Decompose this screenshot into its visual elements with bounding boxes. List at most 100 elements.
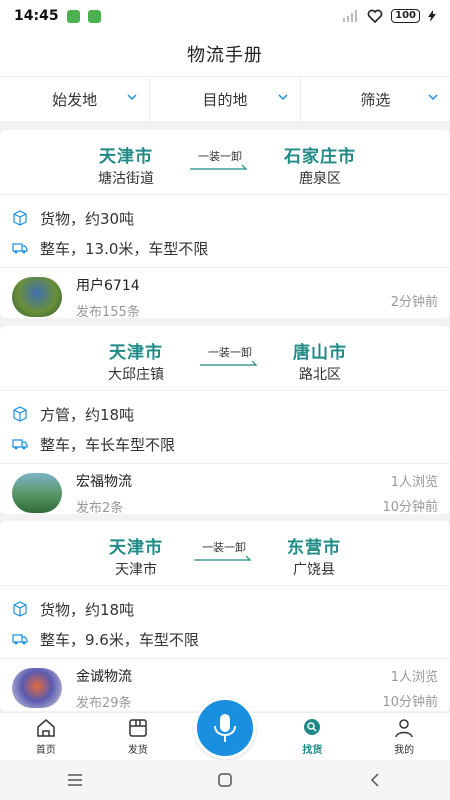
post-time: 2分钟前 — [390, 294, 438, 310]
cargo-row: 货物，约30吨 — [12, 203, 438, 233]
avatar — [12, 473, 62, 513]
destination-city: 唐山市 — [293, 343, 347, 363]
origin-area: 塘沽街道 — [98, 171, 154, 187]
truck-icon — [12, 439, 28, 450]
origin-city: 天津市 — [109, 343, 163, 363]
destination-area: 路北区 — [299, 367, 341, 383]
origin: 天津市 大邱庄镇 — [96, 338, 176, 384]
destination: 东营市 广饶县 — [274, 533, 354, 579]
publisher-row: 用户6714 发布155条 2分钟前 — [0, 268, 450, 326]
nav-back-button[interactable] — [345, 765, 405, 795]
microphone-icon — [214, 714, 236, 742]
view-count: 1人浏览 — [390, 475, 438, 490]
profile-icon — [395, 719, 413, 738]
heart-icon — [367, 9, 383, 23]
route-row: 天津市 塘沽街道 一装一卸 石家庄市 鹿泉区 — [0, 130, 450, 194]
package-icon — [13, 210, 27, 226]
arrow-right-icon — [190, 164, 248, 170]
chevron-down-icon — [127, 94, 137, 101]
route-tag-label: 一装一卸 — [202, 541, 246, 554]
app-header: 物流手册 — [0, 32, 450, 76]
route-tag: 一装一卸 — [200, 344, 260, 368]
origin-city: 天津市 — [109, 538, 163, 558]
origin: 天津市 塘沽街道 — [86, 142, 166, 188]
cargo-card[interactable]: 天津市 大邱庄镇 一装一卸 唐山市 路北区 方管，约18吨 整车，车长车型不限 — [0, 326, 450, 516]
filter-origin[interactable]: 始发地 — [0, 77, 151, 121]
cargo-info: 方管，约18吨 整车，车长车型不限 — [0, 391, 450, 463]
tab-find-goods-label: 找货 — [302, 745, 323, 756]
system-nav-bar — [0, 760, 450, 800]
view-count: 1人浏览 — [390, 670, 438, 685]
cargo-row: 货物，约18吨 — [12, 594, 438, 624]
notification-app-icon — [87, 9, 101, 23]
destination: 唐山市 路北区 — [280, 338, 360, 384]
truck-text: 整车，车长车型不限 — [40, 435, 176, 454]
tab-find-goods[interactable]: 找货 — [266, 713, 358, 760]
nav-home-button[interactable] — [195, 765, 255, 795]
avatar — [12, 668, 62, 708]
cargo-text: 方管，约18吨 — [40, 405, 135, 424]
cargo-card[interactable]: 天津市 天津市 一装一卸 东营市 广饶县 货物，约18吨 整车，9.6米，车型不… — [0, 521, 450, 711]
package-icon — [13, 601, 27, 617]
filter-more[interactable]: 筛选 — [301, 77, 450, 121]
origin-area: 大邱庄镇 — [108, 367, 164, 383]
avatar — [12, 277, 62, 317]
cargo-info: 货物，约30吨 整车，13.0米，车型不限 — [0, 195, 450, 267]
cargo-info: 货物，约18吨 整车，9.6米，车型不限 — [0, 586, 450, 658]
filter-more-label: 筛选 — [360, 90, 391, 109]
origin: 天津市 天津市 — [96, 533, 176, 579]
route-tag: 一装一卸 — [194, 539, 254, 563]
truck-row: 整车，13.0米，车型不限 — [12, 233, 438, 263]
publisher-name: 用户6714 — [76, 277, 140, 294]
route-tag: 一装一卸 — [190, 148, 250, 172]
voice-search-button[interactable] — [194, 697, 256, 759]
post-time: 10分钟前 — [382, 500, 438, 515]
package-icon — [13, 406, 27, 422]
filter-bar: 始发地 目的地 筛选 — [0, 76, 450, 122]
tab-home-label: 首页 — [35, 745, 56, 756]
truck-icon — [12, 243, 28, 254]
publisher-post-count: 发布155条 — [76, 304, 140, 320]
arrow-right-icon — [194, 555, 252, 561]
destination-area: 鹿泉区 — [299, 171, 341, 187]
cargo-card[interactable]: 天津市 塘沽街道 一装一卸 石家庄市 鹿泉区 货物，约30吨 整车，13.0米，… — [0, 130, 450, 320]
destination-city: 石家庄市 — [284, 147, 356, 167]
truck-text: 整车，13.0米，车型不限 — [40, 239, 209, 258]
publisher-row: 宏福物流 发布2条 1人浏览 10分钟前 — [0, 464, 450, 522]
truck-row: 整车，车长车型不限 — [12, 429, 438, 459]
tab-home[interactable]: 首页 — [0, 713, 92, 760]
publisher-post-count: 发布2条 — [76, 500, 124, 516]
truck-row: 整车，9.6米，车型不限 — [12, 624, 438, 654]
arrow-right-icon — [200, 360, 258, 366]
charging-icon — [428, 10, 436, 22]
chevron-down-icon — [278, 94, 288, 101]
route-row: 天津市 大邱庄镇 一装一卸 唐山市 路北区 — [0, 326, 450, 390]
filter-destination[interactable]: 目的地 — [150, 77, 301, 121]
origin-area: 天津市 — [115, 562, 157, 578]
page-title: 物流手册 — [187, 45, 263, 66]
filter-destination-label: 目的地 — [202, 90, 248, 109]
back-icon — [370, 773, 379, 787]
status-time: 14:45 — [14, 8, 59, 24]
notification-app-icon — [66, 9, 80, 23]
truck-icon — [12, 634, 28, 645]
tab-ship-goods-label: 发货 — [127, 745, 148, 756]
post-time: 10分钟前 — [382, 695, 438, 710]
tab-ship-goods[interactable]: 发货 — [92, 713, 184, 760]
nav-menu-button[interactable] — [45, 765, 105, 795]
home-icon — [37, 719, 55, 737]
tab-profile[interactable]: 我的 — [358, 713, 450, 760]
publisher-name: 金诚物流 — [76, 668, 132, 685]
destination-area: 广饶县 — [293, 562, 335, 578]
chevron-down-icon — [428, 94, 438, 101]
menu-icon — [68, 774, 82, 786]
truck-text: 整车，9.6米，车型不限 — [40, 630, 199, 649]
ship-goods-icon — [129, 719, 147, 737]
tab-profile-label: 我的 — [394, 745, 415, 756]
battery-icon: 100 — [391, 9, 420, 23]
route-tag-label: 一装一卸 — [208, 346, 252, 359]
cargo-text: 货物，约18吨 — [40, 600, 135, 619]
destination-city: 东营市 — [287, 538, 341, 558]
signal-icon — [343, 10, 358, 22]
route-tag-label: 一装一卸 — [198, 150, 242, 163]
